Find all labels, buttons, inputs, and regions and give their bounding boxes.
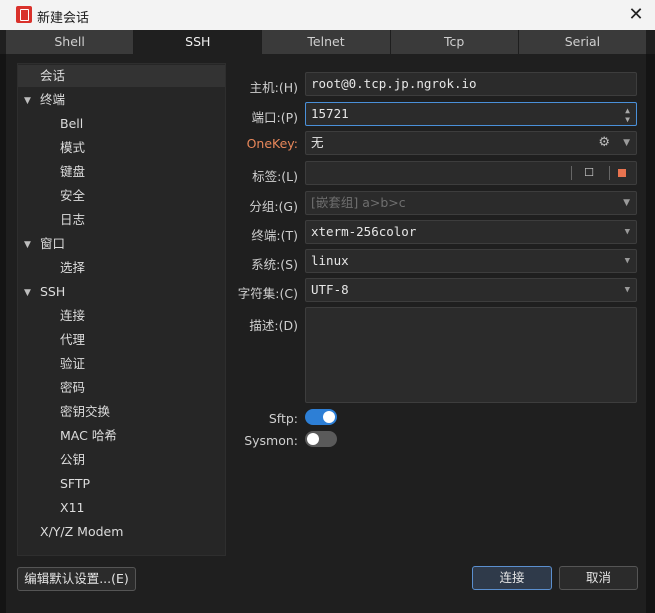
tree-item-keyboard[interactable]: 键盘 (60, 161, 85, 183)
window-edge-right (646, 54, 655, 613)
tab-telnet[interactable]: Telnet (262, 30, 391, 54)
group-select[interactable]: [嵌套组] a>b>c ▼ (305, 191, 637, 215)
tree-item-security[interactable]: 安全 (60, 185, 85, 207)
sysmon-toggle[interactable] (305, 431, 337, 447)
tree-item-cipher[interactable]: 密码 (60, 377, 85, 399)
sysmon-toggle-knob (307, 433, 319, 445)
gear-icon[interactable]: ⚙ (598, 132, 610, 154)
tab-ssh[interactable]: SSH (134, 30, 263, 54)
title-bar: 新建会话 ✕ (0, 0, 655, 30)
tab-shell[interactable]: Shell (6, 30, 135, 54)
system-select[interactable]: linux ▼ (305, 249, 637, 273)
tab-tcp[interactable]: Tcp (390, 30, 519, 54)
tree-item-window[interactable]: 窗口 (40, 233, 65, 255)
cancel-button[interactable]: 取消 (559, 566, 638, 590)
host-label: 主机:(H) (249, 80, 298, 95)
system-value: linux (311, 253, 349, 268)
sftp-label: Sftp: (268, 411, 298, 426)
tree-item-sftp[interactable]: SFTP (60, 473, 90, 495)
edit-defaults-button[interactable]: 编辑默认设置...(E) (17, 567, 136, 591)
tag-label: 标签:(L) (252, 169, 298, 184)
description-textarea[interactable] (305, 307, 637, 403)
port-label: 端口:(P) (251, 110, 298, 125)
tree-item-session[interactable]: 会话 (18, 65, 225, 87)
app-logo-icon (16, 6, 32, 23)
charset-label: 字符集:(C) (237, 286, 298, 301)
charset-value: UTF-8 (311, 282, 349, 297)
tag-input[interactable]: ☐ (305, 161, 637, 185)
tree-item-mac[interactable]: MAC 哈希 (60, 425, 117, 447)
tree-item-log[interactable]: 日志 (60, 209, 85, 231)
onekey-value: 无 (311, 135, 324, 150)
tag-separator (571, 166, 572, 180)
onekey-select[interactable]: 无 ⚙ ▼ (305, 131, 637, 155)
charset-select[interactable]: UTF-8 ▼ (305, 278, 637, 302)
expand-terminal-icon[interactable]: ▼ (24, 96, 31, 106)
window-title: 新建会话 (37, 11, 90, 26)
tree-item-connection[interactable]: 连接 (60, 305, 85, 327)
chevron-down-icon[interactable]: ▼ (623, 192, 630, 214)
tree-item-xyz-modem[interactable]: X/Y/Z Modem (40, 521, 123, 543)
color-swatch-icon[interactable] (618, 169, 626, 177)
sysmon-label: Sysmon: (244, 433, 298, 448)
port-input[interactable]: 15721 ▲ ▼ (305, 102, 637, 126)
description-label: 描述:(D) (249, 318, 298, 333)
host-input[interactable]: root@0.tcp.jp.ngrok.io (305, 72, 637, 96)
tree-item-selection[interactable]: 选择 (60, 257, 85, 279)
edit-icon[interactable]: ☐ (584, 162, 594, 184)
expand-ssh-icon[interactable]: ▼ (24, 288, 31, 298)
chevron-down-icon[interactable]: ▼ (623, 132, 630, 154)
close-button[interactable]: ✕ (625, 4, 647, 26)
chevron-down-icon[interactable]: ▼ (625, 279, 630, 301)
chevron-down-icon[interactable]: ▼ (625, 221, 630, 243)
group-value: [嵌套组] a>b>c (311, 195, 406, 210)
system-label: 系统:(S) (251, 257, 298, 272)
tree-item-ssh[interactable]: SSH (40, 281, 65, 303)
tree-item-mode[interactable]: 模式 (60, 137, 85, 159)
tab-serial[interactable]: Serial (518, 30, 647, 54)
terminal-label: 终端:(T) (251, 228, 298, 243)
tree-item-kex[interactable]: 密钥交换 (60, 401, 110, 423)
spin-up-icon[interactable]: ▲ (625, 107, 630, 115)
tree-item-terminal[interactable]: 终端 (40, 89, 65, 111)
connect-button[interactable]: 连接 (472, 566, 552, 590)
terminal-select[interactable]: xterm-256color ▼ (305, 220, 637, 244)
settings-tree (17, 63, 226, 556)
tree-item-x11[interactable]: X11 (60, 497, 84, 519)
tree-item-bell[interactable]: Bell (60, 113, 83, 135)
group-label: 分组:(G) (249, 199, 298, 214)
session-type-tabs: Shell SSH Telnet Tcp Serial (6, 30, 647, 54)
spin-down-icon[interactable]: ▼ (625, 116, 630, 124)
port-value: 15721 (311, 106, 349, 121)
tree-item-proxy[interactable]: 代理 (60, 329, 85, 351)
sftp-toggle[interactable] (305, 409, 337, 425)
sftp-toggle-knob (323, 411, 335, 423)
terminal-value: xterm-256color (311, 224, 417, 239)
tree-item-auth[interactable]: 验证 (60, 353, 85, 375)
chevron-down-icon[interactable]: ▼ (625, 250, 630, 272)
tree-item-pubkey[interactable]: 公钥 (60, 449, 85, 471)
onekey-label: OneKey: (246, 136, 298, 151)
tag-separator-2 (609, 166, 610, 180)
expand-window-icon[interactable]: ▼ (24, 240, 31, 250)
